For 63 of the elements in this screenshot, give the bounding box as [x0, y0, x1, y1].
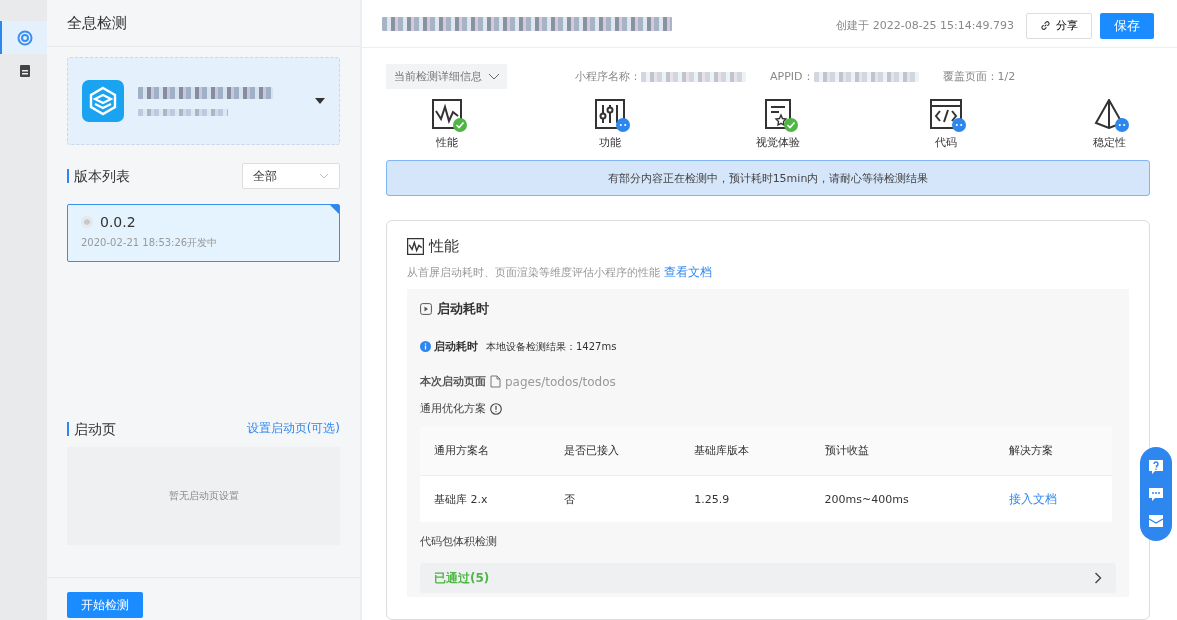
table-cell: 否	[564, 492, 576, 506]
version-number: 0.0.2	[100, 214, 136, 230]
notice-text: 有部分内容正在检测中，预计耗时15min内，请耐心等待检测结果	[607, 170, 929, 186]
mail-icon[interactable]	[1148, 513, 1164, 530]
sliders-icon	[595, 99, 625, 129]
version-card[interactable]: 0.0.2 2020-02-21 18:53:26开发中	[67, 204, 340, 262]
pulse-icon	[432, 99, 462, 129]
category-tab[interactable]: 代码	[929, 99, 963, 150]
category-tab[interactable]: 稳定性	[1092, 99, 1126, 150]
docs-link[interactable]: 接入文档	[1008, 491, 1057, 506]
section-description: 从首屏启动耗时、页面渲染等维度评估小程序的性能	[407, 266, 660, 279]
chevron-down-icon	[488, 73, 500, 80]
version-icon	[81, 216, 93, 228]
panel-title: 全息检测	[47, 0, 360, 47]
share-button[interactable]: 分享	[1026, 12, 1092, 39]
filter-select[interactable]: 全部	[242, 163, 340, 189]
set-launch-page-link[interactable]: 设置启动页(可选)	[246, 420, 340, 437]
table-cell: 200ms~400ms	[824, 492, 909, 506]
column-header: 通用方案名	[420, 426, 551, 476]
field-label: APPID：	[770, 69, 814, 84]
column-header: 基础库版本	[680, 426, 811, 476]
category-tab[interactable]: 视觉体验	[756, 99, 800, 150]
field-label: 本次启动页面	[420, 374, 486, 389]
play-icon	[420, 303, 432, 315]
table-cell: 1.25.9	[694, 492, 730, 506]
section-title: 启动页	[67, 421, 116, 436]
column-header: 解决方案	[994, 426, 1112, 476]
panel-title: 启动耗时	[437, 300, 489, 318]
column-header: 是否已接入	[550, 426, 681, 476]
section-title: 性能	[429, 237, 459, 256]
detail-dropdown[interactable]: 当前检测详细信息	[386, 64, 507, 89]
subsection-title: 通用优化方案	[420, 401, 486, 416]
pulse-icon	[407, 238, 424, 255]
empty-text: 暂无启动页设置	[168, 489, 239, 503]
field-label: 小程序名称：	[575, 69, 641, 84]
subsection-title: 代码包体积检测	[420, 534, 498, 549]
caret-icon	[315, 98, 325, 104]
app-selector[interactable]	[67, 57, 340, 145]
section-title: 版本列表	[67, 169, 130, 183]
docs-link[interactable]: 查看文档	[663, 265, 712, 279]
metric-label: 启动耗时	[434, 339, 478, 354]
info-icon	[420, 341, 431, 352]
field-label: 覆盖页面：	[942, 69, 998, 84]
chat-icon[interactable]	[1148, 486, 1164, 502]
code-icon	[930, 99, 962, 129]
archive-icon	[18, 63, 31, 78]
target-icon	[16, 29, 33, 46]
column-header: 预计收益	[810, 426, 995, 476]
category-tab[interactable]: 性能	[430, 99, 464, 150]
metric-value: 本地设备检测结果：1427ms	[486, 339, 617, 354]
version-meta: 2020-02-21 18:53:26开发中	[81, 236, 219, 250]
field-value: 1/2	[997, 70, 1016, 83]
created-time: 创建于 2022-08-25 15:14:49.793	[836, 18, 1014, 33]
app-logo-icon	[82, 80, 124, 122]
chevron-down-icon	[319, 173, 329, 179]
help-icon[interactable]	[1148, 458, 1164, 475]
table-cell: 基础库 2.x	[434, 492, 488, 506]
chevron-right-icon	[1094, 572, 1102, 584]
warning-icon	[490, 402, 502, 415]
link-icon	[1040, 20, 1051, 31]
file-icon	[490, 375, 501, 388]
page-path: pages/todos/todos	[505, 374, 616, 389]
category-tab[interactable]: 功能	[593, 99, 627, 150]
